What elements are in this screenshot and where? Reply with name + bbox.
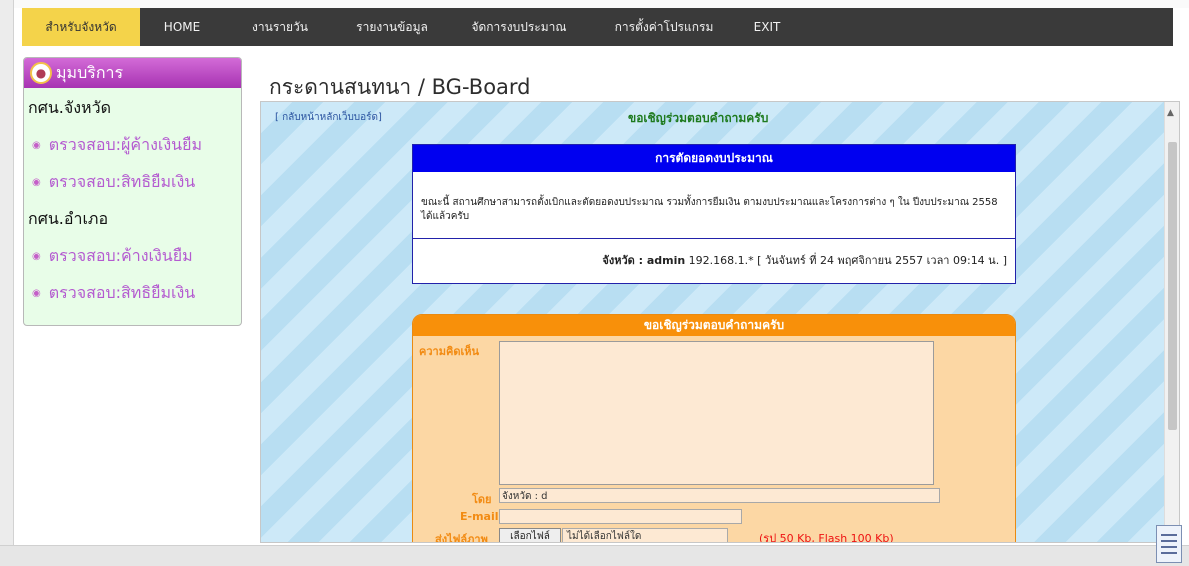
comment-textarea[interactable] xyxy=(499,341,934,485)
document-icon[interactable] xyxy=(1156,525,1182,563)
file-size-note: (รป 50 Kb, Flash 100 Kb) xyxy=(759,532,894,543)
topic-post: การตัดยอดงบประมาณ ขณะนี้ สถานศึกษาสามารถ… xyxy=(412,144,1016,284)
bullet-icon: ◉ xyxy=(32,288,41,299)
sidebar-link-label: ตรวจสอบ:สิทธิยืมเงิน xyxy=(48,283,196,302)
board-topbar: [ กลับหน้าหลักเว็บบอร์ด] ขอเชิญร่วมตอบคำ… xyxy=(261,102,1166,130)
reply-title: ขอเชิญร่วมตอบคำถามครับ xyxy=(413,315,1015,336)
sidebar-link-district-outstanding[interactable]: ◉ ตรวจสอบ:ค้างเงินยืม xyxy=(24,244,241,269)
document-icon-line xyxy=(1161,540,1177,542)
image-upload-label: ส่งไฟล์ภาพ xyxy=(435,533,488,543)
window-bottom-strip xyxy=(0,545,1189,566)
nav-item-exit[interactable]: EXIT xyxy=(738,8,796,46)
document-icon-line xyxy=(1161,552,1177,554)
bullet-icon: ◉ xyxy=(32,177,41,188)
nav-item-reports[interactable]: รายงานข้อมูล xyxy=(336,8,448,46)
post-title: การตัดยอดงบประมาณ xyxy=(413,145,1015,172)
board-frame: [ กลับหน้าหลักเว็บบอร์ด] ขอเชิญร่วมตอบคำ… xyxy=(260,101,1180,543)
sidebar-link-province-rights[interactable]: ◉ ตรวจสอบ:สิทธิยืมเงิน xyxy=(24,170,241,195)
service-icon: ● xyxy=(30,62,52,84)
email-label: E-mail xyxy=(460,510,499,523)
document-icon-line xyxy=(1161,534,1177,536)
by-label: โดย xyxy=(472,493,492,506)
comment-label: ความคิดเห็น xyxy=(419,345,479,358)
sidebar-link-label: ตรวจสอบ:ผู้ค้างเงินยืม xyxy=(48,135,203,154)
window-left-gutter xyxy=(0,0,14,566)
reply-form: ขอเชิญร่วมตอบคำถามครับ ความคิดเห็น โดย จ… xyxy=(412,314,1016,543)
nav-item-daily-work[interactable]: งานรายวัน xyxy=(224,8,336,46)
sidebar-link-province-outstanding[interactable]: ◉ ตรวจสอบ:ผู้ค้างเงินยืม xyxy=(24,133,241,158)
nav-item-settings[interactable]: การตั้งค่าโปรแกรม xyxy=(590,8,738,46)
back-to-board-link[interactable]: [ กลับหน้าหลักเว็บบอร์ด] xyxy=(275,110,382,125)
sidebar-group-province: กศน.จังหวัด xyxy=(28,98,111,117)
post-author: จังหวัด : admin xyxy=(602,254,686,267)
service-sidebar: ● มุมบริการ กศน.จังหวัด ◉ ตรวจสอบ:ผู้ค้า… xyxy=(23,57,242,326)
nav-item-province[interactable]: สำหรับจังหวัด xyxy=(22,8,140,46)
sidebar-group-district: กศน.อำเภอ xyxy=(28,209,109,228)
nav-item-home[interactable]: HOME xyxy=(140,8,224,46)
email-input[interactable] xyxy=(499,509,742,524)
file-name-display: ไม่ได้เลือกไฟล์ใด xyxy=(562,528,728,542)
choose-file-button[interactable]: เลือกไฟล์ xyxy=(499,528,561,542)
scroll-up-icon[interactable]: ▲ xyxy=(1167,108,1174,118)
post-meta: จังหวัด : admin 192.168.1.* [ วันจันทร์ … xyxy=(413,239,1015,269)
bullet-icon: ◉ xyxy=(32,140,41,151)
post-meta-details: 192.168.1.* [ วันจันทร์ ที่ 24 พฤศจิกายน… xyxy=(685,254,1007,267)
sidebar-title: มุมบริการ xyxy=(56,62,124,82)
nav-item-budget[interactable]: จัดการงบประมาณ xyxy=(448,8,590,46)
post-body: ขณะนี้ สถานศึกษาสามารถตั้งเบิกและตัดยอดง… xyxy=(421,197,998,222)
browser-top-strip xyxy=(0,0,1189,8)
sidebar-header: ● มุมบริการ xyxy=(24,58,241,88)
main-navbar: สำหรับจังหวัด HOME งานรายวัน รายงานข้อมู… xyxy=(22,8,1173,46)
board-scrollbar[interactable]: ▲ xyxy=(1164,102,1179,542)
sidebar-link-label: ตรวจสอบ:สิทธิยืมเงิน xyxy=(48,172,196,191)
author-input[interactable]: จังหวัด : d xyxy=(499,488,940,503)
sidebar-link-label: ตรวจสอบ:ค้างเงินยืม xyxy=(48,246,193,265)
document-icon-line xyxy=(1161,546,1177,548)
page-title: กระดานสนทนา / BG-Board xyxy=(269,75,531,99)
scroll-thumb[interactable] xyxy=(1168,142,1177,430)
bullet-icon: ◉ xyxy=(32,251,41,262)
board-header-title: ขอเชิญร่วมตอบคำถามครับ xyxy=(628,111,769,125)
sidebar-link-district-rights[interactable]: ◉ ตรวจสอบ:สิทธิยืมเงิน xyxy=(24,281,241,306)
